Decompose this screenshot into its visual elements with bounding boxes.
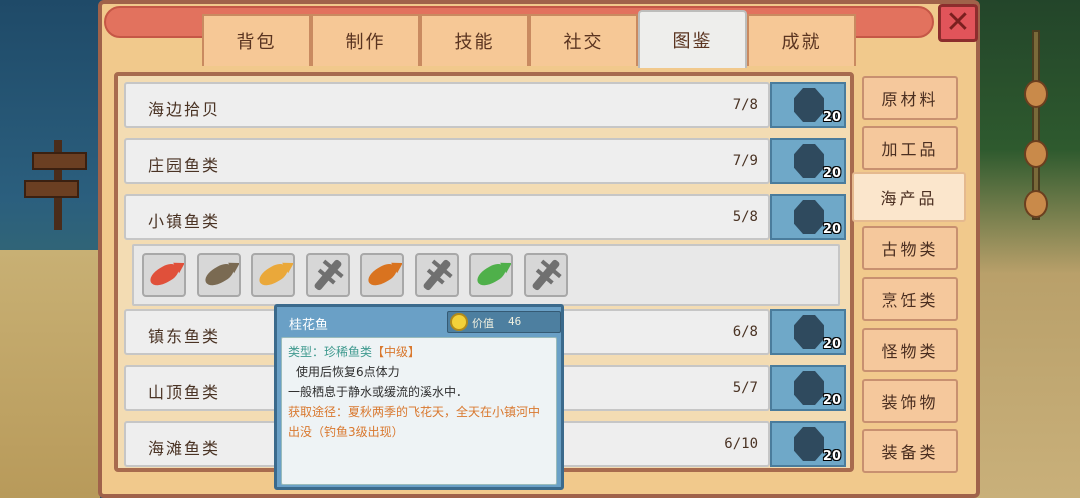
- red-fish-icon: [147, 260, 181, 290]
- fish-slots-strip: [132, 244, 840, 306]
- row-name: 镇东鱼类: [148, 327, 221, 346]
- price-label: 价值: [472, 317, 494, 330]
- row-name: 海滩鱼类: [148, 439, 221, 458]
- collection-row-beachcombing[interactable]: 海边拾贝 7/8: [124, 82, 770, 128]
- close-icon: ✕: [945, 5, 971, 40]
- item-tooltip: 桂花鱼 价值 46 类型：珍稀鱼类【中级】 使用后恢复6点体力 一般栖息于静水或…: [274, 304, 564, 490]
- row-progress: 7/9: [732, 153, 758, 169]
- collection-row-town-fish[interactable]: 小镇鱼类 5/8: [124, 194, 770, 240]
- fish-slot[interactable]: [305, 253, 350, 297]
- tooltip-grade: 【中级】: [372, 345, 421, 359]
- reward-quantity: 20: [822, 222, 841, 237]
- fish-slot[interactable]: [469, 253, 513, 297]
- row-name: 小镇鱼类: [148, 212, 221, 231]
- row-reward-button[interactable]: 20: [770, 138, 846, 184]
- reward-quantity: 20: [822, 337, 841, 352]
- category-equipment[interactable]: 装备类: [862, 429, 958, 473]
- reward-quantity: 20: [822, 393, 841, 408]
- category-processed-goods[interactable]: 加工品: [862, 126, 958, 170]
- fish-slot[interactable]: [196, 253, 241, 297]
- row-progress: 6/10: [724, 436, 758, 452]
- tooltip-habitat: 一般栖息于静水或缓流的溪水中．: [288, 385, 469, 399]
- tab-crafting[interactable]: 制作: [311, 14, 420, 66]
- category-decorations[interactable]: 装饰物: [862, 379, 958, 423]
- row-name: 山顶鱼类: [148, 383, 221, 402]
- category-raw-materials[interactable]: 原材料: [862, 76, 958, 120]
- yellow-fish-icon: [256, 260, 290, 290]
- tooltip-effect: 使用后恢复6点体力: [296, 365, 400, 379]
- tooltip-price: 价值 46: [447, 311, 561, 333]
- locked-fish-silhouette-icon: [312, 258, 343, 292]
- row-reward-button[interactable]: 20: [770, 309, 846, 355]
- gem-icon: [794, 315, 824, 349]
- row-progress: 7/8: [732, 97, 758, 113]
- locked-fish-silhouette-icon: [530, 258, 561, 292]
- category-antiques[interactable]: 古物类: [862, 226, 958, 270]
- row-reward-button[interactable]: 20: [770, 421, 846, 467]
- coin-icon: [450, 313, 468, 331]
- tab-skills[interactable]: 技能: [420, 14, 529, 66]
- row-name: 庄园鱼类: [148, 156, 221, 175]
- reward-quantity: 20: [822, 449, 841, 464]
- row-progress: 6/8: [732, 324, 758, 340]
- reward-quantity: 20: [822, 110, 841, 125]
- collection-row-farm-fish[interactable]: 庄园鱼类 7/9: [124, 138, 770, 184]
- gem-icon: [794, 427, 824, 461]
- tab-collection[interactable]: 图鉴: [638, 10, 747, 68]
- sand-background: [0, 250, 100, 498]
- green-fish-icon: [474, 260, 508, 290]
- tooltip-source: 获取途径：夏秋两季的飞花天，全天在小镇河中出没（钓鱼3级出现）: [288, 405, 541, 439]
- catfish-icon: [201, 260, 236, 290]
- tab-achievements[interactable]: 成就: [747, 14, 856, 66]
- row-reward-button[interactable]: 20: [770, 365, 846, 411]
- category-seafood[interactable]: 海产品: [852, 172, 966, 222]
- fish-slot[interactable]: [251, 253, 295, 297]
- tab-social[interactable]: 社交: [529, 14, 638, 66]
- row-progress: 5/8: [732, 209, 758, 225]
- row-progress: 5/7: [732, 380, 758, 396]
- tab-backpack[interactable]: 背包: [202, 14, 311, 66]
- fish-slot[interactable]: [142, 253, 186, 297]
- category-monsters[interactable]: 怪物类: [862, 328, 958, 372]
- orange-fish-icon: [365, 260, 399, 290]
- locked-fish-silhouette-icon: [421, 258, 452, 292]
- price-value: 46: [508, 315, 522, 328]
- gem-icon: [794, 88, 824, 122]
- fish-drying-rack-decoration: [1008, 20, 1068, 220]
- tooltip-body: 类型：珍稀鱼类【中级】 使用后恢复6点体力 一般栖息于静水或缓流的溪水中． 获取…: [281, 337, 557, 485]
- close-button[interactable]: ✕: [938, 4, 978, 42]
- gem-icon: [794, 371, 824, 405]
- fish-slot[interactable]: [523, 253, 568, 297]
- row-name: 海边拾贝: [148, 100, 221, 119]
- gem-icon: [794, 144, 824, 178]
- row-reward-button[interactable]: 20: [770, 194, 846, 240]
- main-tabs: 背包 制作 技能 社交 图鉴 成就: [202, 10, 856, 72]
- row-reward-button[interactable]: 20: [770, 82, 846, 128]
- fish-slot[interactable]: [414, 253, 459, 297]
- fish-slot[interactable]: [360, 253, 404, 297]
- signpost-decoration: [22, 140, 92, 230]
- tooltip-type: 类型：珍稀鱼类: [288, 345, 373, 359]
- gem-icon: [794, 200, 824, 234]
- reward-quantity: 20: [822, 166, 841, 181]
- category-cooking[interactable]: 烹饪类: [862, 277, 958, 321]
- tooltip-title: 桂花鱼: [289, 318, 329, 333]
